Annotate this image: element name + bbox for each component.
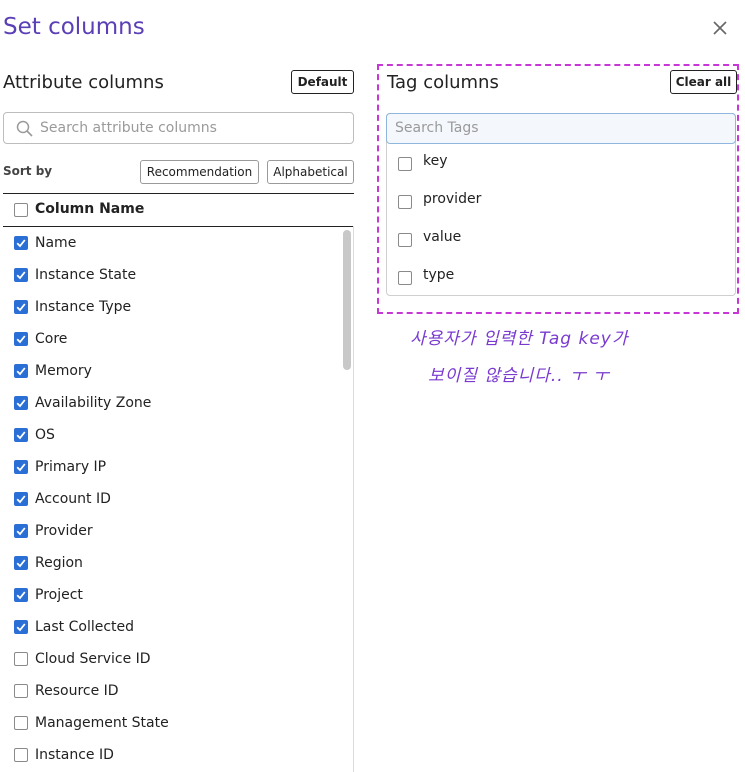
attribute-row-label: Name [35,235,77,251]
search-icon [16,120,34,142]
attribute-row-checkbox[interactable] [14,588,28,602]
header-top-divider [3,193,354,194]
attribute-row-label: Instance ID [35,747,114,763]
dialog-title: Set columns [3,14,145,40]
attribute-row-checkbox[interactable] [14,492,28,506]
attribute-row-label: Primary IP [35,459,107,475]
annotation-line-1: 사용자가 입력한 Tag key가 [410,329,629,349]
sort-recommendation-button[interactable]: Recommendation [140,160,259,184]
attribute-row-checkbox[interactable] [14,332,28,346]
attribute-panel-border [353,226,354,772]
default-button[interactable]: Default [291,70,354,94]
column-name-header: Column Name [35,201,145,217]
close-icon[interactable] [710,18,730,38]
attribute-row-label: Memory [35,363,92,379]
attribute-row-checkbox[interactable] [14,748,28,762]
attribute-row-label: Project [35,587,83,603]
attribute-row-label: Cloud Service ID [35,651,151,667]
attribute-row-checkbox[interactable] [14,396,28,410]
attribute-row-checkbox[interactable] [14,684,28,698]
attribute-search-input[interactable]: Search attribute columns [3,112,354,144]
attribute-row-label: Last Collected [35,619,135,635]
attribute-search-placeholder: Search attribute columns [40,120,217,136]
annotation-highlight-box [377,64,739,314]
attribute-list-scrollbar[interactable] [343,230,351,370]
attribute-row-label: OS [35,427,55,443]
select-all-checkbox[interactable] [14,203,28,217]
attribute-row-label: Management State [35,715,169,731]
attribute-row-checkbox[interactable] [14,556,28,570]
attribute-row-label: Availability Zone [35,395,152,411]
attribute-row-label: Provider [35,523,93,539]
attribute-row-checkbox[interactable] [14,268,28,282]
attribute-row-checkbox[interactable] [14,652,28,666]
header-bottom-divider [3,226,354,227]
attribute-row-checkbox[interactable] [14,364,28,378]
attribute-row-checkbox[interactable] [14,428,28,442]
annotation-line-2: 보이질 않습니다.. ㅜ ㅜ [428,366,610,386]
attribute-row-label: Core [35,331,68,347]
attribute-row-label: Resource ID [35,683,119,699]
attribute-row-label: Instance State [35,267,137,283]
attribute-columns-title: Attribute columns [3,72,164,93]
attribute-row-checkbox[interactable] [14,716,28,730]
attribute-row-checkbox[interactable] [14,524,28,538]
attribute-row-checkbox[interactable] [14,620,28,634]
attribute-row-label: Account ID [35,491,111,507]
attribute-row-checkbox[interactable] [14,300,28,314]
attribute-row-label: Instance Type [35,299,132,315]
attribute-row-checkbox[interactable] [14,236,28,250]
attribute-row-checkbox[interactable] [14,460,28,474]
sort-by-label: Sort by [3,164,53,178]
sort-alphabetical-button[interactable]: Alphabetical [267,160,354,184]
attribute-row-label: Region [35,555,83,571]
